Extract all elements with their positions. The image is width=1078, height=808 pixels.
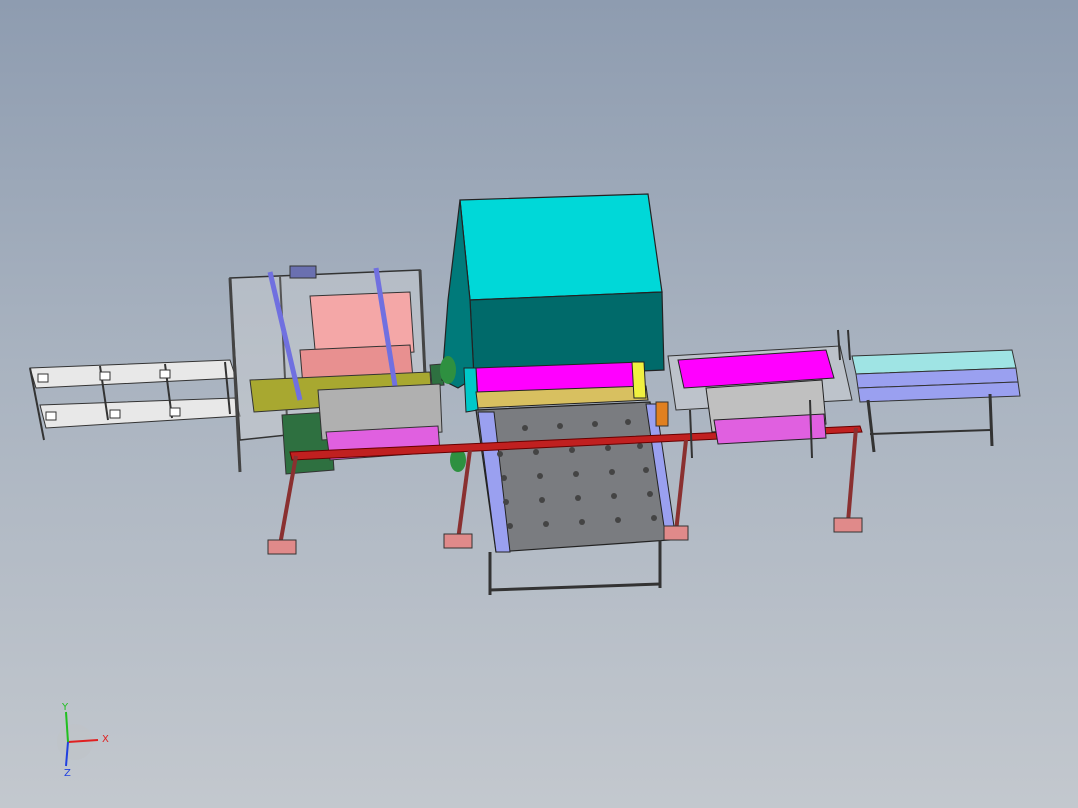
press-worktable[interactable] <box>475 401 677 595</box>
cad-viewport[interactable]: X Y Z <box>0 0 1078 808</box>
x-axis-label: X <box>102 734 109 745</box>
coordinate-triad: X Y Z <box>57 702 109 779</box>
left-infeed-conveyor[interactable] <box>29 359 241 441</box>
z-axis-label: Z <box>64 768 71 779</box>
right-outfeed-conveyor[interactable] <box>851 349 1021 453</box>
assembly-model[interactable]: X Y Z <box>0 0 1078 808</box>
y-axis-label: Y <box>61 702 69 713</box>
